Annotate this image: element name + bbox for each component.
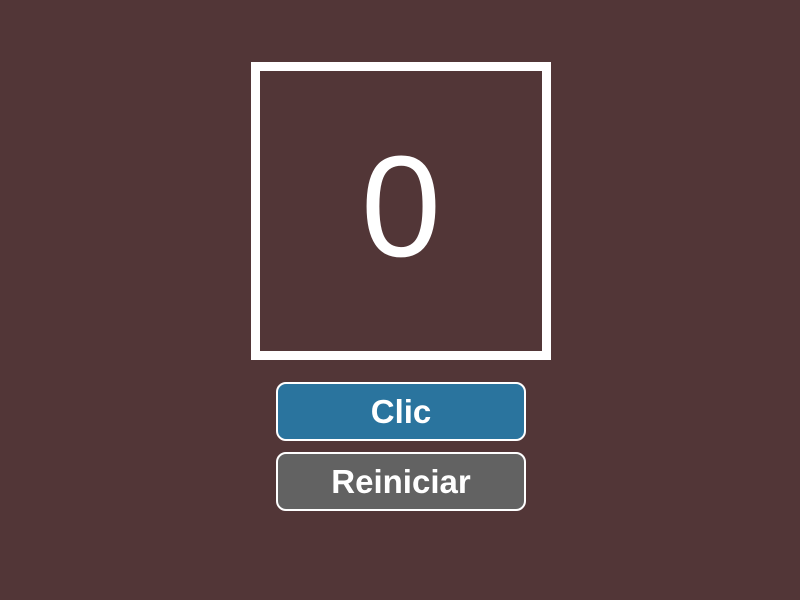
reset-button[interactable]: Reiniciar bbox=[276, 452, 526, 511]
counter-display: 0 bbox=[251, 62, 551, 360]
counter-value: 0 bbox=[360, 126, 442, 287]
click-button[interactable]: Clic bbox=[276, 382, 526, 441]
